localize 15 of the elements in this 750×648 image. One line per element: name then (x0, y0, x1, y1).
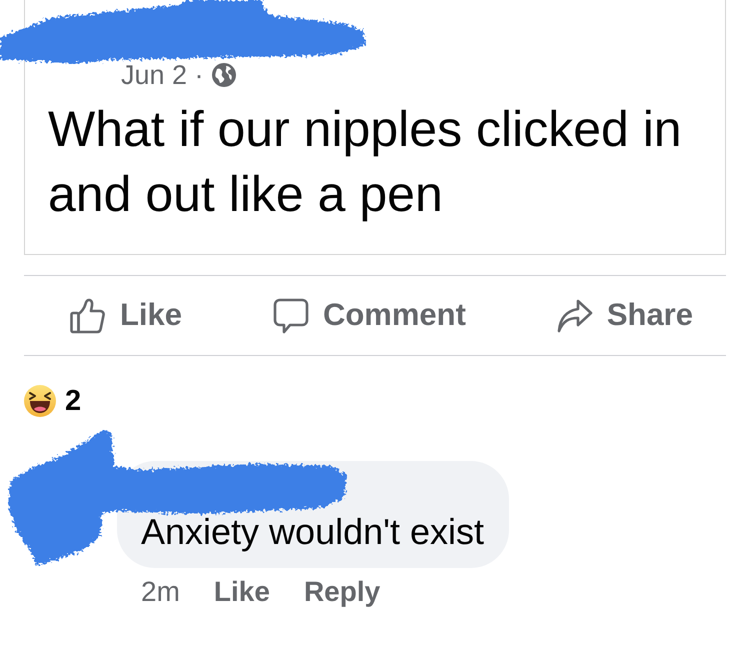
comment-action-link[interactable]: Like (214, 574, 270, 610)
thumbs-up-icon (70, 298, 106, 334)
reaction-count: 2 (65, 385, 82, 417)
post-date: Jun 2 · (121, 60, 204, 90)
laughing-emoji-icon (24, 385, 56, 417)
comment-time: 2m (141, 575, 180, 609)
like-button[interactable]: Like (70, 292, 182, 339)
globe-icon (212, 63, 236, 87)
comment-button[interactable]: Comment (272, 292, 466, 339)
share-arrow-icon (556, 298, 593, 334)
comment-text: Anxiety wouldn't exist (141, 511, 484, 553)
post-text: What if our nipples clicked in and out like a pen (48, 100, 683, 224)
speech-bubble-icon (272, 298, 309, 334)
comment-action-link[interactable]: Reply (304, 574, 380, 610)
share-button[interactable]: Share (556, 292, 693, 339)
